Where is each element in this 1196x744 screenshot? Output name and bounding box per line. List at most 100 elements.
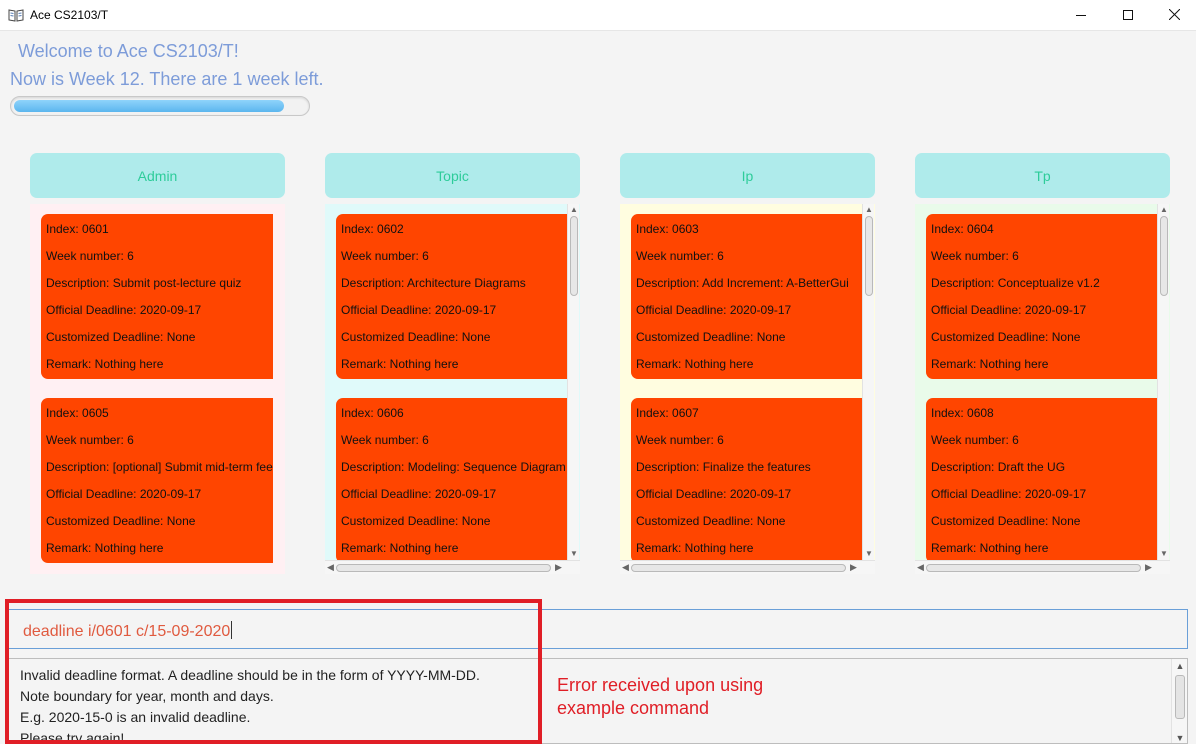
book-icon — [8, 8, 24, 22]
scrollbar-thumb[interactable] — [865, 216, 873, 296]
annotation-line: example command — [557, 698, 710, 718]
task-list[interactable]: Index: 0602 Week number: 6 Description: Ar… — [325, 204, 580, 574]
scrollbar-thumb[interactable] — [926, 564, 1141, 572]
card-index: Index: 0601 — [46, 222, 109, 236]
scroll-down-icon[interactable]: ▼ — [863, 549, 875, 559]
title-bar: Ace CS2103/T — [0, 0, 1196, 31]
card-index: Index: 0606 — [341, 406, 404, 420]
column-header: Tp — [915, 153, 1170, 198]
card-customized-deadline: Customized Deadline: None — [341, 514, 491, 528]
horizontal-scrollbar[interactable]: ◀ ▶ — [620, 560, 875, 574]
task-list[interactable]: Index: 0603 Week number: 6 Description: Ad… — [620, 204, 875, 574]
card-customized-deadline: Customized Deadline: None — [931, 330, 1081, 344]
card-description: Description: [optional] Submit mid-term … — [46, 460, 273, 474]
card-description: Description: Submit post-lecture quiz — [46, 276, 242, 290]
scrollbar-thumb[interactable] — [1160, 216, 1168, 296]
card-official-deadline: Official Deadline: 2020-09-17 — [931, 487, 1087, 501]
scroll-left-icon[interactable]: ◀ — [917, 562, 924, 573]
scroll-left-icon[interactable]: ◀ — [327, 562, 334, 573]
card-description: Description: Conceptualize v1.2 — [931, 276, 1100, 290]
task-list[interactable]: Index: 0601 Week number: 6 Description: Su… — [30, 204, 285, 574]
week-status: Now is Week 12. There are 1 week left. — [10, 69, 324, 89]
task-card[interactable]: Index: 0605 Week number: 6 Description: [o… — [41, 398, 273, 563]
card-week: Week number: 6 — [46, 249, 134, 263]
card-week: Week number: 6 — [636, 433, 724, 447]
task-card[interactable]: Index: 0603 Week number: 6 Description: Ad… — [631, 214, 863, 379]
card-official-deadline: Official Deadline: 2020-09-17 — [341, 303, 497, 317]
card-customized-deadline: Customized Deadline: None — [636, 330, 786, 344]
scroll-up-icon[interactable]: ▲ — [568, 205, 580, 215]
task-card[interactable]: Index: 0606 Week number: 6 Description: Mo… — [336, 398, 568, 563]
scroll-up-icon[interactable]: ▲ — [863, 205, 875, 215]
card-week: Week number: 6 — [931, 433, 1019, 447]
card-week: Week number: 6 — [341, 433, 429, 447]
card-customized-deadline: Customized Deadline: None — [46, 330, 196, 344]
column-header: Topic — [325, 153, 580, 198]
card-remark: Remark: Nothing here — [636, 541, 754, 555]
scroll-up-icon[interactable]: ▲ — [1172, 661, 1187, 671]
error-annotation: Error received upon using example comman… — [557, 674, 763, 720]
card-remark: Remark: Nothing here — [931, 541, 1049, 555]
card-remark: Remark: Nothing here — [931, 357, 1049, 371]
task-card[interactable]: Index: 0608 Week number: 6 Description: Dr… — [926, 398, 1158, 563]
vertical-scrollbar[interactable]: ▲ ▼ — [567, 204, 579, 560]
card-customized-deadline: Customized Deadline: None — [931, 514, 1081, 528]
semester-progress-bar — [10, 96, 310, 116]
scrollbar-thumb[interactable] — [631, 564, 846, 572]
scrollbar-thumb[interactable] — [1175, 675, 1185, 719]
minimize-icon — [1076, 7, 1086, 25]
column-header: Ip — [620, 153, 875, 198]
card-official-deadline: Official Deadline: 2020-09-17 — [341, 487, 497, 501]
close-icon — [1168, 7, 1180, 25]
card-official-deadline: Official Deadline: 2020-09-17 — [931, 303, 1087, 317]
maximize-icon — [1123, 7, 1133, 25]
card-week: Week number: 6 — [46, 433, 134, 447]
task-card[interactable]: Index: 0604 Week number: 6 Description: Co… — [926, 214, 1158, 379]
scrollbar-thumb[interactable] — [336, 564, 551, 572]
task-card[interactable]: Index: 0601 Week number: 6 Description: Su… — [41, 214, 273, 379]
horizontal-scrollbar[interactable]: ◀ ▶ — [325, 560, 580, 574]
scroll-left-icon[interactable]: ◀ — [622, 562, 629, 573]
progress-fill — [14, 100, 284, 112]
column-admin: Admin Index: 0601 Week number: 6 Descriptio… — [30, 153, 285, 574]
horizontal-scrollbar[interactable]: ◀ ▶ — [915, 560, 1170, 574]
scroll-down-icon[interactable]: ▼ — [568, 549, 580, 559]
scroll-right-icon[interactable]: ▶ — [850, 562, 857, 573]
card-remark: Remark: Nothing here — [46, 357, 164, 371]
task-card[interactable]: Index: 0602 Week number: 6 Description: Ar… — [336, 214, 568, 379]
maximize-button[interactable] — [1105, 0, 1151, 31]
task-list[interactable]: Index: 0604 Week number: 6 Description: Co… — [915, 204, 1170, 574]
close-button[interactable] — [1151, 0, 1196, 31]
window-title: Ace CS2103/T — [30, 8, 109, 22]
scroll-down-icon[interactable]: ▼ — [1158, 549, 1170, 559]
scroll-right-icon[interactable]: ▶ — [555, 562, 562, 573]
card-customized-deadline: Customized Deadline: None — [636, 514, 786, 528]
column-header: Admin — [30, 153, 285, 198]
card-index: Index: 0602 — [341, 222, 404, 236]
scrollbar-thumb[interactable] — [570, 216, 578, 296]
card-customized-deadline: Customized Deadline: None — [341, 330, 491, 344]
error-highlight-box — [5, 599, 542, 744]
column-topic: Topic Index: 0602 Week number: 6 Descriptio… — [325, 153, 580, 574]
card-description: Description: Draft the UG — [931, 460, 1066, 474]
vertical-scrollbar[interactable]: ▲ ▼ — [862, 204, 874, 560]
scroll-down-icon[interactable]: ▼ — [1172, 733, 1187, 743]
card-description: Description: Finalize the features — [636, 460, 811, 474]
card-remark: Remark: Nothing here — [341, 357, 459, 371]
card-official-deadline: Official Deadline: 2020-09-17 — [636, 303, 792, 317]
card-description: Description: Modeling: Sequence Diagram — [341, 460, 566, 474]
annotation-line: Error received upon using — [557, 675, 764, 695]
vertical-scrollbar[interactable]: ▲ ▼ — [1157, 204, 1169, 560]
column-tp: Tp Index: 0604 Week number: 6 Description: … — [915, 153, 1170, 574]
card-remark: Remark: Nothing here — [636, 357, 754, 371]
card-week: Week number: 6 — [931, 249, 1019, 263]
result-scrollbar[interactable]: ▲ ▼ — [1171, 659, 1187, 743]
scroll-right-icon[interactable]: ▶ — [1145, 562, 1152, 573]
minimize-button[interactable] — [1058, 0, 1104, 31]
card-remark: Remark: Nothing here — [46, 541, 164, 555]
card-week: Week number: 6 — [341, 249, 429, 263]
task-card[interactable]: Index: 0607 Week number: 6 Description: Fi… — [631, 398, 863, 563]
card-description: Description: Architecture Diagrams — [341, 276, 526, 290]
scroll-up-icon[interactable]: ▲ — [1158, 205, 1170, 215]
card-index: Index: 0608 — [931, 406, 994, 420]
